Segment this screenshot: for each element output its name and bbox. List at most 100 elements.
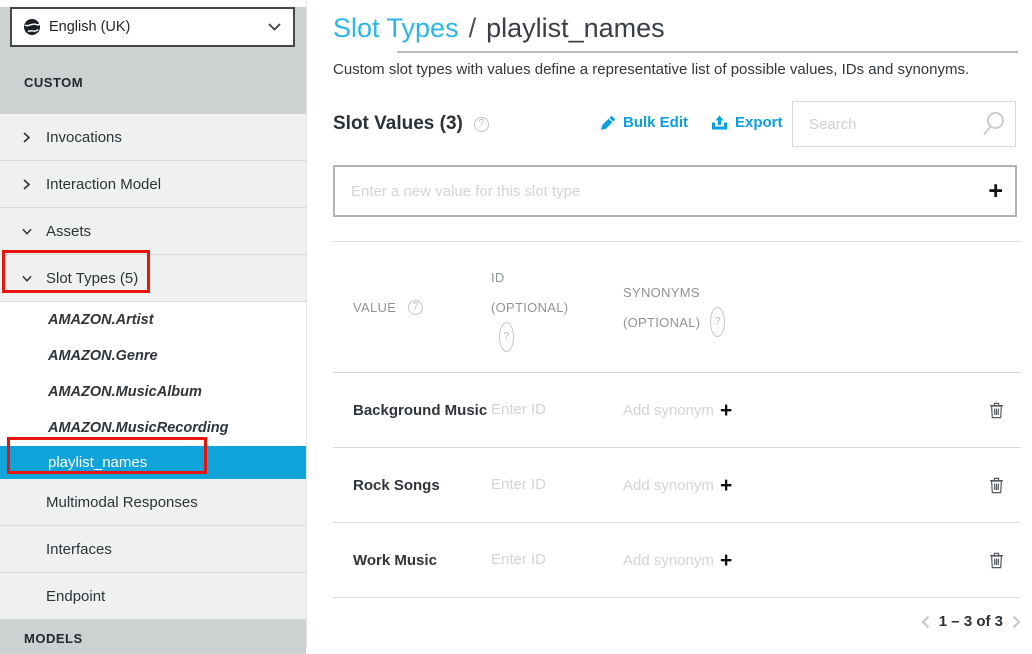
synonym-input[interactable] [623,402,720,419]
breadcrumb: Slot Types / playlist_names [333,13,665,44]
chevron-right-icon [22,132,32,142]
slot-value-text: Work Music [353,552,437,569]
sidebar-item-label: Assets [46,223,91,240]
header-synonyms: SYNONYMS (OPTIONAL) ? [623,277,963,337]
slot-types-children: AMAZON.Artist AMAZON.Genre AMAZON.MusicA… [0,302,306,479]
slot-type-label: AMAZON.MusicRecording [48,420,228,436]
add-synonym-button[interactable]: + [720,550,732,571]
help-icon[interactable]: ? [474,117,489,132]
delete-row-button[interactable] [989,551,1004,569]
chevron-down-icon [22,226,32,236]
page-title: playlist_names [486,13,665,44]
sidebar-item-label: Slot Types (5) [46,270,138,287]
header-value-label: VALUE [353,300,396,315]
sidebar-top-section: English (UK) CUSTOM [0,7,306,114]
search-box [792,101,1016,147]
help-icon[interactable]: ? [710,307,725,337]
help-icon[interactable]: ? [499,322,514,352]
header-id-label: ID [491,262,623,292]
bulk-edit-button[interactable]: Bulk Edit [600,114,688,131]
id-input[interactable] [491,401,601,418]
language-selector[interactable]: English (UK) [10,7,295,47]
sidebar-item-label: Interfaces [46,541,112,558]
sidebar-item-playlist-names[interactable]: playlist_names [0,446,306,479]
chevron-right-icon [22,179,32,189]
add-synonym-button[interactable]: + [720,400,732,421]
chevron-placeholder [22,591,32,601]
export-button[interactable]: Export [711,114,783,131]
section-header-custom: CUSTOM [0,47,306,90]
table-row: Work Music + [333,523,1021,598]
help-icon[interactable]: ? [408,300,423,315]
pagination-range: 1 – 3 of 3 [939,613,1003,630]
new-slot-value-input[interactable] [351,183,988,200]
slot-type-label: AMAZON.MusicAlbum [48,384,202,400]
trash-icon [989,401,1004,419]
title-underline [397,51,1018,53]
page-description: Custom slot types with values define a r… [333,61,969,78]
sidebar-item-amazon-musicrecording[interactable]: AMAZON.MusicRecording [0,410,306,446]
slot-type-label: AMAZON.Genre [48,348,158,364]
search-icon[interactable] [979,109,1009,139]
table-row: Background Music + [333,373,1021,448]
slot-values-title-text: Slot Values (3) [333,113,463,135]
sidebar-item-label: Interaction Model [46,176,161,193]
header-synonyms-label: SYNONYMS [623,277,725,307]
synonym-input[interactable] [623,552,720,569]
bulk-edit-label: Bulk Edit [623,114,688,131]
bulk-edit-icon [600,115,616,131]
table-header-row: VALUE ? ID (OPTIONAL) ? SYNONYMS (OPTION… [333,241,1021,373]
pagination-prev-button[interactable] [921,615,930,629]
chevron-placeholder [22,544,32,554]
slot-value-text: Rock Songs [353,477,440,494]
slot-type-label: playlist_names [48,454,147,471]
sidebar-item-label: Endpoint [46,588,105,605]
trash-icon [989,476,1004,494]
header-id-optional-label: (OPTIONAL) [491,292,623,322]
sidebar-item-multimodal-responses[interactable]: Multimodal Responses [0,479,306,526]
header-synonyms-optional-label: (OPTIONAL) [623,307,700,337]
slot-value-text: Background Music [353,402,487,419]
header-id: ID (OPTIONAL) ? [491,262,623,352]
trash-icon [989,551,1004,569]
synonym-input[interactable] [623,477,720,494]
header-value: VALUE ? [333,300,491,315]
delete-row-button[interactable] [989,401,1004,419]
sidebar-item-amazon-artist[interactable]: AMAZON.Artist [0,302,306,338]
sidebar-item-assets[interactable]: Assets [0,208,306,255]
pagination: 1 – 3 of 3 [921,613,1021,630]
delete-row-button[interactable] [989,476,1004,494]
chevron-down-icon [268,23,281,31]
main-content: Slot Types / playlist_names Custom slot … [308,0,1032,647]
table-row: Rock Songs + [333,448,1021,523]
add-value-button[interactable]: + [988,179,1003,204]
id-input[interactable] [491,551,601,568]
sidebar-item-amazon-musicalbum[interactable]: AMAZON.MusicAlbum [0,374,306,410]
add-synonym-button[interactable]: + [720,475,732,496]
sidebar-item-amazon-genre[interactable]: AMAZON.Genre [0,338,306,374]
export-label: Export [735,114,783,131]
sidebar-item-label: Multimodal Responses [46,494,198,511]
id-input[interactable] [491,476,601,493]
new-slot-value-box: + [333,165,1017,217]
sidebar: English (UK) CUSTOM Invocations Interact… [0,0,307,647]
search-input[interactable] [809,116,979,133]
pagination-next-button[interactable] [1012,615,1021,629]
slot-values-table: VALUE ? ID (OPTIONAL) ? SYNONYMS (OPTION… [333,241,1021,598]
language-label: English (UK) [49,19,268,35]
slot-type-label: AMAZON.Artist [48,312,154,328]
sidebar-item-slot-types[interactable]: Slot Types (5) [0,255,306,302]
sidebar-item-endpoint[interactable]: Endpoint [0,573,306,620]
slot-values-title: Slot Values (3) ? [333,113,489,135]
sidebar-item-interaction-model[interactable]: Interaction Model [0,161,306,208]
section-header-models: MODELS [0,620,306,654]
export-icon [711,115,728,131]
chevron-down-icon [22,273,32,283]
sidebar-item-invocations[interactable]: Invocations [0,114,306,161]
breadcrumb-slot-types-link[interactable]: Slot Types [333,13,459,44]
sidebar-item-interfaces[interactable]: Interfaces [0,526,306,573]
chevron-placeholder [22,497,32,507]
sidebar-item-label: Invocations [46,129,122,146]
breadcrumb-separator: / [469,13,477,44]
globe-icon [23,18,41,36]
